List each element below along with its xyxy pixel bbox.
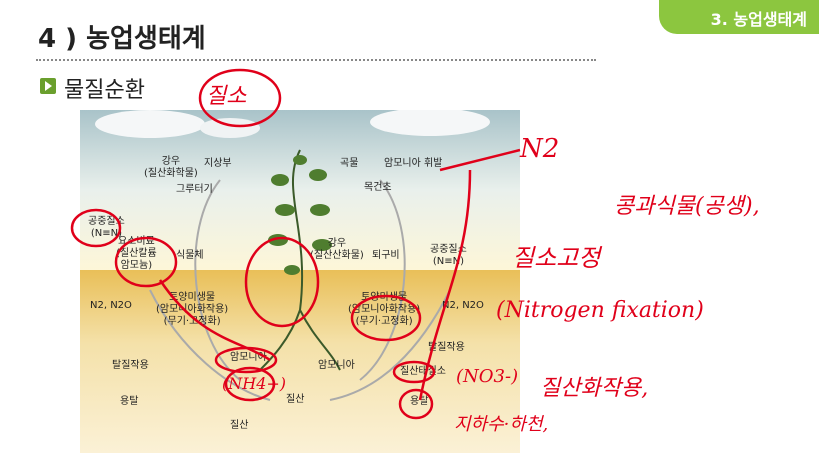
play-bullet-icon — [40, 78, 56, 94]
label-air-nitrogen-right: 공중질소 (N≡N) — [430, 244, 467, 267]
label-ammonia-volatilization: 암모니아 휘발 — [384, 158, 443, 169]
label-plant-body: 식물체 — [176, 250, 204, 261]
label-rain: 강우 (질산화학물) — [144, 156, 198, 179]
label-n2-right: N2, N2O — [442, 300, 484, 311]
divider — [36, 59, 596, 61]
label-grain: 곡물 — [340, 158, 359, 169]
annotation-fixation-ko: 질소고정 — [512, 244, 601, 272]
annotation-legume: 콩과식물(공생), — [614, 194, 760, 219]
label-leach-right: 용탈 — [410, 396, 429, 407]
label-nitrate-left: 질산 — [286, 394, 305, 405]
label-fixation: 탈질작용 — [428, 342, 465, 353]
annotation-nh4: (NH4+) — [222, 374, 287, 393]
annotation-groundwater: 지하수·하천, — [454, 414, 549, 435]
label-denitrification: 탈질작용 — [112, 360, 149, 371]
annotation-no3: (NO3-) — [456, 366, 519, 387]
label-nitrate-bottom: 질산 — [230, 420, 249, 431]
label-hay: 목건초 — [364, 182, 392, 193]
section-tab-label: 3. 농업생태계 — [710, 10, 807, 29]
page-title: 4 ) 농업생태계 — [38, 24, 206, 54]
annotation-nitrification: 질산화작용, — [540, 376, 649, 401]
label-urea-fertilizer: 요소비료 (질산칼륨 암모늄) — [116, 236, 157, 271]
annotation-nitrogen: 질소 — [206, 84, 247, 109]
label-ammonia-2: 암모니아 — [318, 360, 355, 371]
label-nitrate-nitrogen: 질산태질소 — [400, 366, 446, 377]
nitrogen-cycle-diagram: 강우 (질산화학물) 지상부 곡물 암모니아 휘발 그루터기 목건초 공중질소 … — [80, 110, 520, 453]
section-tab: 3. 농업생태계 — [659, 0, 819, 34]
cloud-left — [95, 110, 205, 138]
label-compost: 퇴구비 — [372, 250, 400, 261]
annotation-n2: N2 — [520, 134, 560, 164]
label-rain-2: 강우 (질산산화물) — [310, 238, 364, 261]
label-soil-microbes-right: 토양미생물 (암모니아화작용) (무기·고정화) — [348, 292, 421, 327]
annotation-fixation-en: (Nitrogen fixation) — [496, 298, 704, 323]
label-n2-left: N2, N2O — [90, 300, 132, 311]
label-stubble: 그루터기 — [176, 184, 213, 195]
label-ammonia: 암모니아 — [230, 352, 267, 363]
subtitle: 물질순환 — [64, 78, 145, 103]
label-leach-left: 용탈 — [120, 396, 139, 407]
label-soil-microbes-left: 토양미생물 (암모니아화작용) (무기·고정화) — [156, 292, 229, 327]
label-above-ground: 지상부 — [204, 158, 232, 169]
